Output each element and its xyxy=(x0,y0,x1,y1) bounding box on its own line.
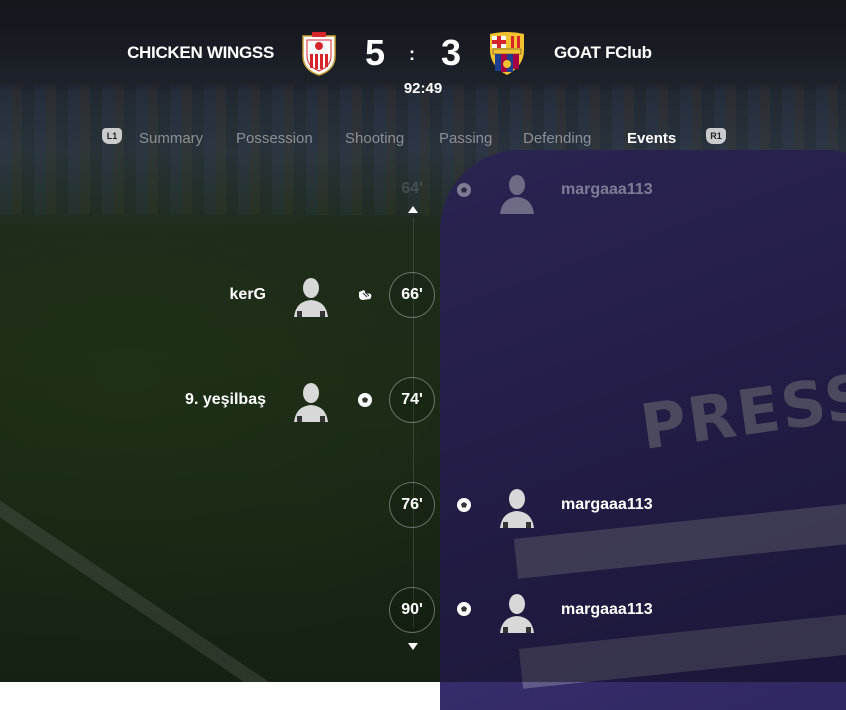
scroll-down-icon[interactable] xyxy=(408,643,418,650)
tab-defending[interactable]: Defending xyxy=(523,130,591,147)
stats-tabs: L1 Summary Possession Shooting Passing D… xyxy=(0,128,846,150)
assist-boot-icon xyxy=(359,290,372,300)
tab-passing[interactable]: Passing xyxy=(439,130,492,147)
player-avatar-icon xyxy=(500,175,534,214)
home-team-name: CHICKEN WINGSS xyxy=(127,43,274,62)
football-icon xyxy=(457,602,471,616)
player-avatar-icon xyxy=(500,489,534,528)
event-minute: 74' xyxy=(389,377,435,423)
player-name: margaaa113 xyxy=(561,181,653,198)
home-score: 5 xyxy=(365,32,386,73)
event-minute: 90' xyxy=(389,587,435,633)
tab-summary[interactable]: Summary xyxy=(139,130,203,147)
score-separator: : xyxy=(409,44,415,64)
barcelona-crest-icon xyxy=(490,32,524,75)
event-minute: 76' xyxy=(389,482,435,528)
player-avatar-icon xyxy=(294,383,328,422)
r1-button-hint[interactable]: R1 xyxy=(706,128,726,144)
event-minute: 64' xyxy=(401,180,423,197)
football-icon xyxy=(457,183,471,197)
away-score: 3 xyxy=(441,32,462,73)
player-name: 9. yeşilbaş xyxy=(185,391,266,408)
player-avatar-icon xyxy=(294,278,328,317)
football-icon xyxy=(358,393,372,407)
sevilla-crest-icon xyxy=(302,32,336,76)
event-minute: 66' xyxy=(389,272,435,318)
away-team-name: GOAT FClub xyxy=(554,43,652,62)
tab-events[interactable]: Events xyxy=(627,130,676,147)
tab-shooting[interactable]: Shooting xyxy=(345,130,404,147)
player-name: kerG xyxy=(229,286,266,303)
dim-overlay xyxy=(0,0,846,682)
match-header: CHICKEN WINGSS 5 : 3 GOAT FClub 92:49 xyxy=(0,28,846,97)
l1-button-hint[interactable]: L1 xyxy=(102,128,122,144)
player-name: margaaa113 xyxy=(561,601,653,618)
player-avatar-icon xyxy=(500,594,534,633)
match-clock: 92:49 xyxy=(403,80,443,97)
tab-possession[interactable]: Possession xyxy=(236,130,313,147)
player-name: margaaa113 xyxy=(561,496,653,513)
football-icon xyxy=(457,498,471,512)
